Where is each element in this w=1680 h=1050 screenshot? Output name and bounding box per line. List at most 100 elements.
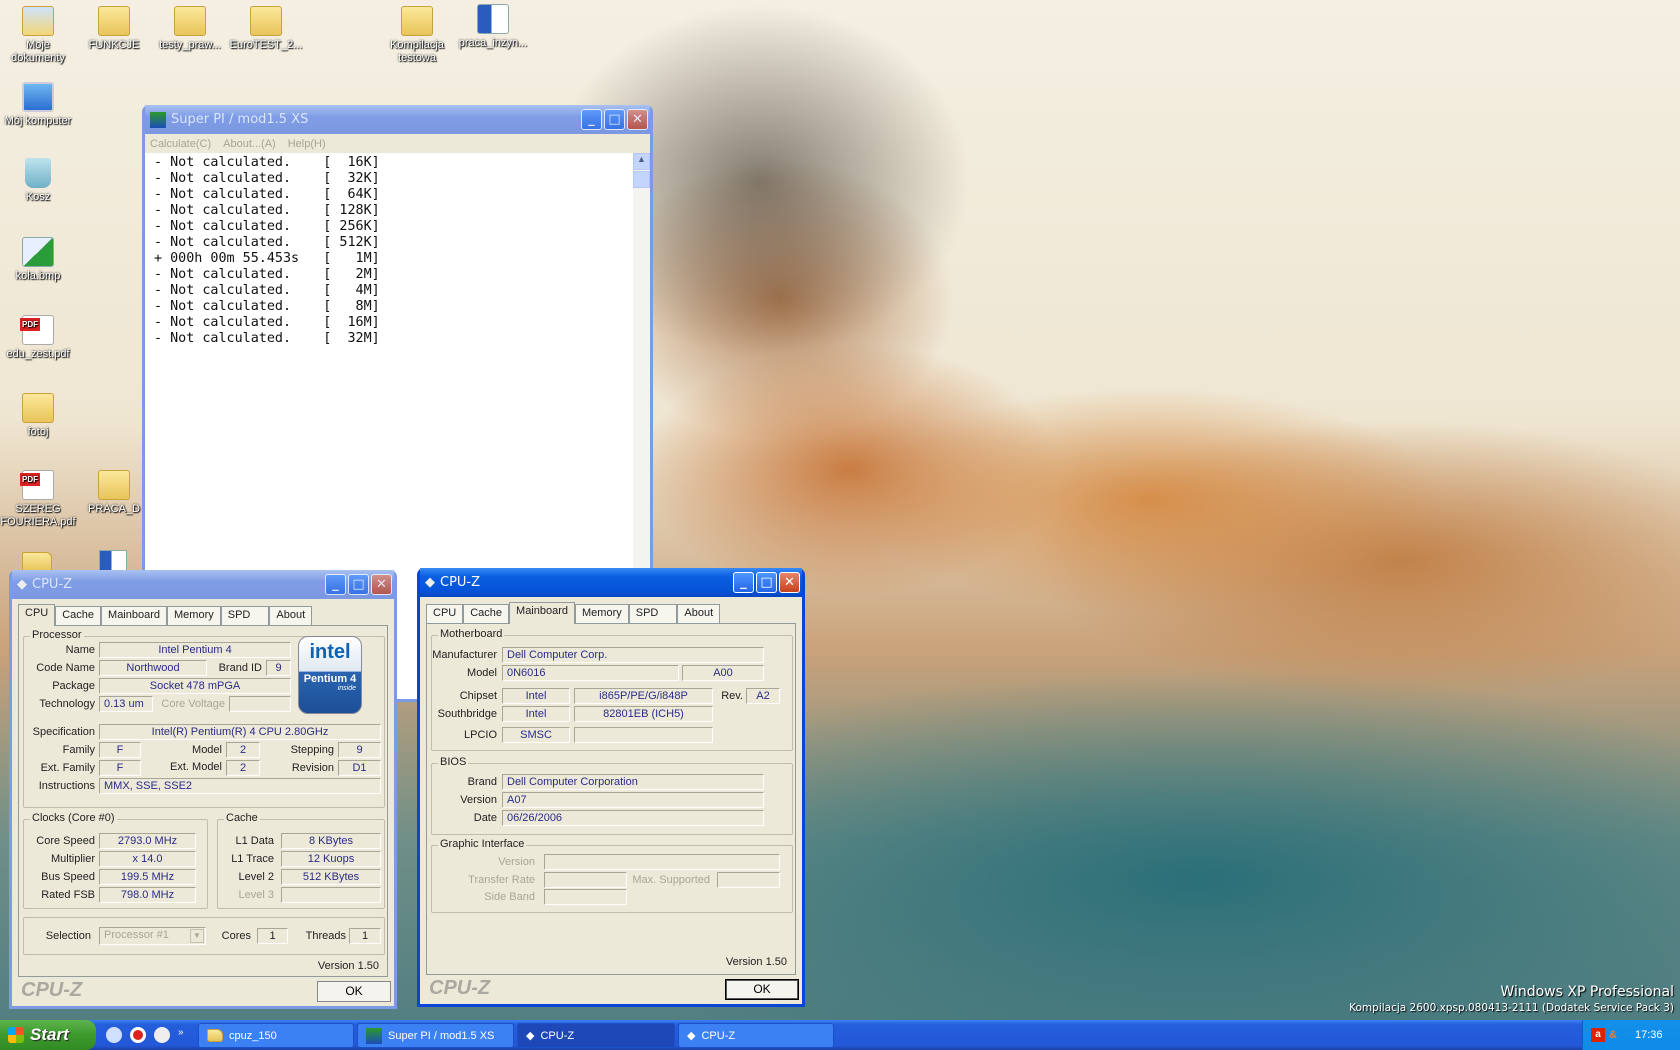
manufacturer-value: Dell Computer Corp. <box>502 647 764 663</box>
close-button[interactable]: ✕ <box>371 574 392 595</box>
tab-cpu[interactable]: CPU <box>18 604 56 626</box>
transfer-rate-value <box>544 872 627 888</box>
model-revision-value: A00 <box>682 665 764 681</box>
result-line: - Not calculated. [ 8M] <box>154 299 380 314</box>
instructions-value: MMX, SSE, SSE2 <box>99 778 381 794</box>
desktop-icon-praca-inzyn[interactable]: praca_inzyn... <box>455 4 531 50</box>
desktop-icon-kola-bmp[interactable]: koła.bmp <box>0 237 76 283</box>
package-label: Package <box>52 680 95 692</box>
menu-help[interactable]: Help(H) <box>288 138 326 150</box>
tab-spd[interactable]: SPD <box>220 606 270 626</box>
close-button[interactable]: ✕ <box>779 572 800 593</box>
desktop-icon-funkcje[interactable]: FUNKCJE <box>76 6 152 52</box>
desktop-icon-kompilacja[interactable]: Kompilacja testowa <box>379 6 455 65</box>
tab-mainboard[interactable]: Mainboard <box>509 602 576 624</box>
gi-version-label: Version <box>498 856 535 868</box>
media-player-icon[interactable] <box>154 1027 170 1043</box>
menu-calculate[interactable]: Calculate(C) <box>150 138 211 150</box>
close-button[interactable]: ✕ <box>627 109 648 130</box>
word-document-icon[interactable] <box>99 550 127 572</box>
group-label: Processor <box>30 629 84 641</box>
tab-mainboard[interactable]: Mainboard <box>101 606 168 626</box>
taskbar-button-label: Super PI / mod1.5 XS <box>388 1029 495 1042</box>
cpuz-titlebar[interactable]: ◆ CPU-Z _ □ ✕ <box>420 568 802 597</box>
tab-about[interactable]: About <box>269 606 313 626</box>
chipset-label: Chipset <box>459 690 497 702</box>
bios-version-label: Version <box>460 794 497 806</box>
ok-button[interactable]: OK <box>725 979 799 1000</box>
bios-brand-value: Dell Computer Corporation <box>502 774 764 790</box>
tab-about[interactable]: About <box>677 604 721 624</box>
tab-cache[interactable]: Cache <box>463 604 510 624</box>
ok-button[interactable]: OK <box>317 981 391 1002</box>
result-line: - Not calculated. [ 32K] <box>154 171 380 186</box>
multiplier-label: Multiplier <box>50 853 95 865</box>
tab-memory[interactable]: Memory <box>167 606 221 626</box>
transfer-rate-label: Transfer Rate <box>468 874 535 886</box>
southbridge-vendor-value: Intel <box>502 706 570 722</box>
taskbar-button-superpi[interactable]: Super PI / mod1.5 XS <box>357 1023 514 1048</box>
desktop-icon-moj-komputer[interactable]: Mój komputer <box>0 82 76 128</box>
processor-select[interactable]: Processor #1 ▼ <box>99 927 206 945</box>
desktop-icon-testy[interactable]: testy_praw... <box>152 6 228 52</box>
l1-trace-label: L1 Trace <box>231 853 274 865</box>
max-supported-label: Max. Supported <box>632 874 710 886</box>
desktop-icon-praca-d[interactable]: PRACA_D <box>76 470 152 516</box>
result-line: - Not calculated. [ 128K] <box>154 203 380 218</box>
desktop-icon-moje-dokumenty[interactable]: Moje dokumenty <box>0 6 76 65</box>
cpuz-logo: CPU-Z <box>429 977 491 999</box>
chevron-right-icon[interactable]: » <box>178 1027 184 1043</box>
side-band-label: Side Band <box>484 891 535 903</box>
lpcio-value: SMSC <box>502 727 570 743</box>
max-supported-value <box>717 872 780 888</box>
start-button[interactable]: Start <box>0 1020 96 1050</box>
tab-cache[interactable]: Cache <box>55 606 102 626</box>
rated-fsb-value: 798.0 MHz <box>99 887 196 903</box>
superpi-app-icon <box>150 111 166 128</box>
taskbar-button-cpuz-1[interactable]: ◆ CPU-Z <box>517 1023 675 1048</box>
threads-label: Threads <box>305 930 346 942</box>
model-label: Model <box>467 667 497 679</box>
antivirus-icon[interactable]: a <box>1591 1028 1605 1042</box>
tab-spd[interactable]: SPD <box>628 604 678 624</box>
tab-memory[interactable]: Memory <box>575 604 629 624</box>
folder-icon <box>98 6 130 36</box>
ext-model-label: Ext. Model <box>170 761 222 773</box>
minimize-button[interactable]: _ <box>581 109 602 130</box>
desktop-icon-eurotest[interactable]: EuroTEST_2... <box>228 6 304 52</box>
tab-bar: CPU Cache Mainboard Memory SPD About <box>18 604 313 626</box>
maximize-button[interactable]: □ <box>348 574 369 595</box>
cpuz-titlebar[interactable]: ◆ CPU-Z _ □ ✕ <box>12 570 394 599</box>
taskbar-button-label: CPU-Z <box>540 1029 575 1042</box>
codename-value: Northwood <box>99 660 207 676</box>
taskbar: Start » cpuz_150 Super PI / mod1.5 XS ◆ C… <box>0 1020 1680 1050</box>
rev-value: A2 <box>746 688 780 704</box>
tab-cpu[interactable]: CPU <box>426 604 464 624</box>
minimize-button[interactable]: _ <box>325 574 346 595</box>
maximize-button[interactable]: □ <box>756 572 777 593</box>
revision-value: D1 <box>338 760 381 776</box>
menu-about[interactable]: About...(A) <box>223 138 276 150</box>
desktop-icon-kosz[interactable]: Kosz <box>0 158 76 204</box>
taskbar-button-cpuz150[interactable]: cpuz_150 <box>198 1023 354 1048</box>
maximize-button[interactable]: □ <box>604 109 625 130</box>
folder-icon[interactable] <box>22 552 52 572</box>
bios-version-value: A07 <box>502 792 764 808</box>
level2-label: Level 2 <box>238 871 274 883</box>
scroll-up-icon[interactable]: ▲ <box>633 153 650 170</box>
taskbar-button-cpuz-2[interactable]: ◆ CPU-Z <box>678 1023 834 1048</box>
chevron-down-icon[interactable]: ▼ <box>190 929 204 943</box>
ie-icon[interactable] <box>106 1027 122 1043</box>
superpi-app-icon <box>366 1027 382 1044</box>
opera-icon[interactable] <box>130 1027 146 1043</box>
clock[interactable]: 17:36 <box>1635 1029 1663 1041</box>
os-build: Kompilacja 2600.xpsp.080413-2111 (Dodate… <box>1349 1002 1674 1014</box>
desktop-icon-edu-zest[interactable]: edu_zest.pdf <box>0 315 76 361</box>
bus-speed-label: Bus Speed <box>41 871 95 883</box>
minimize-button[interactable]: _ <box>733 572 754 593</box>
desktop-icon-fotoj[interactable]: fotoj <box>0 393 76 439</box>
acrobat-icon[interactable]: & <box>1609 1029 1617 1041</box>
superpi-titlebar[interactable]: Super PI / mod1.5 XS _ □ ✕ <box>145 105 650 134</box>
scroll-thumb[interactable] <box>633 171 650 188</box>
desktop-icon-szereg-fouriera[interactable]: SZEREG FOURIERA.pdf <box>0 470 76 529</box>
